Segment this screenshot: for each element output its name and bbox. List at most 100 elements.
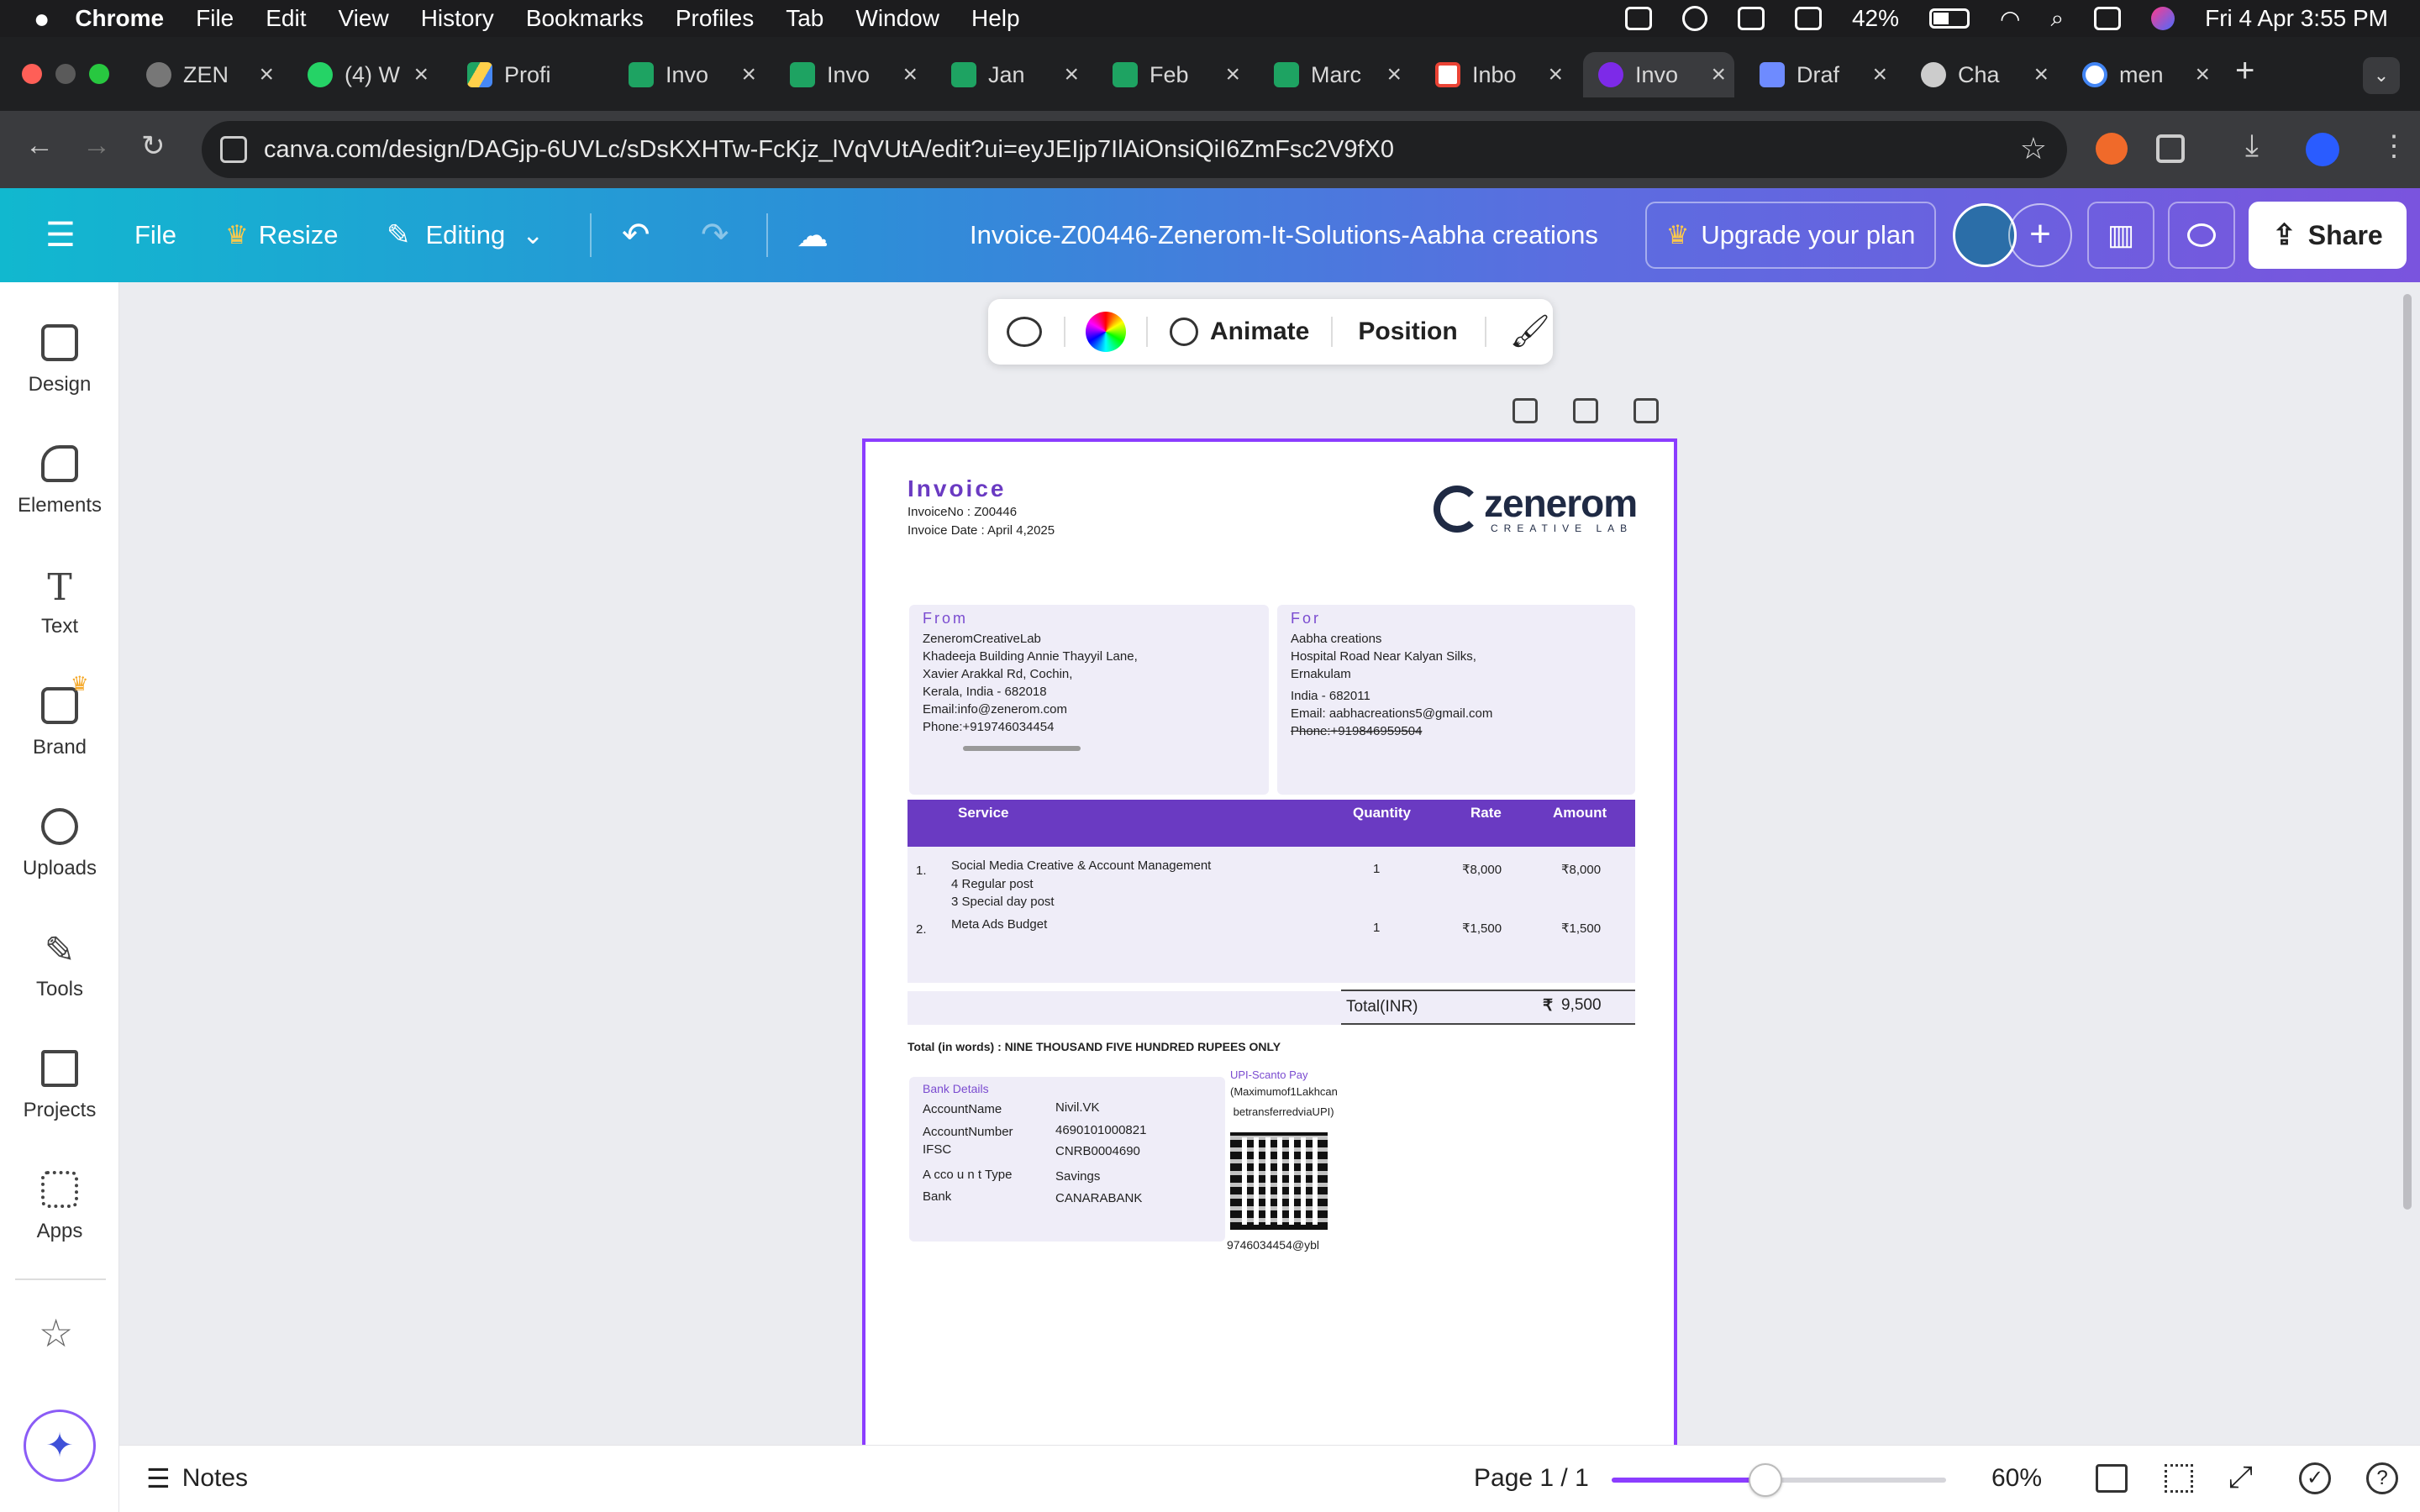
extensions-puzzle-icon[interactable] bbox=[2156, 134, 2185, 163]
menu-tab[interactable]: Tab bbox=[786, 5, 823, 32]
url-text[interactable]: canva.com/design/DAGjp-6UVLc/sDsKXHTw-Fc… bbox=[264, 136, 1394, 164]
comment-add-icon[interactable] bbox=[1007, 317, 1042, 347]
help-icon[interactable]: ? bbox=[2366, 1462, 2398, 1494]
rail-text[interactable]: T Text bbox=[0, 566, 119, 638]
add-collaborator-button[interactable]: + bbox=[2008, 203, 2072, 267]
keyboard-icon[interactable] bbox=[1794, 7, 1822, 30]
tab-sheet-invo-1[interactable]: Invo × bbox=[613, 52, 765, 97]
tab-search-button[interactable]: ⌄ bbox=[2363, 57, 2400, 94]
tab-google-men[interactable]: men × bbox=[2067, 52, 2218, 97]
main-menu-icon[interactable]: ☰ bbox=[45, 188, 76, 282]
menu-window[interactable]: Window bbox=[855, 5, 939, 32]
upi-note[interactable]: (Maximumof1Lakhcan bbox=[1230, 1085, 1338, 1098]
rail-tools[interactable]: ✎ Tools bbox=[0, 929, 119, 1001]
wifi-icon[interactable]: ◠ bbox=[2000, 5, 2020, 33]
upi-id[interactable]: 9746034454@ybl bbox=[1227, 1238, 1319, 1252]
invoice-title[interactable]: Invoice bbox=[908, 475, 1006, 502]
notes-button[interactable]: ☰ Notes bbox=[146, 1462, 248, 1494]
tab-sheet-jan[interactable]: Jan × bbox=[936, 52, 1087, 97]
tab-drive[interactable]: Profi bbox=[452, 52, 603, 97]
reload-icon[interactable]: ↻ bbox=[141, 129, 166, 163]
zoom-window-button[interactable] bbox=[89, 64, 109, 84]
lock-icon[interactable] bbox=[1512, 398, 1538, 423]
position-button[interactable]: Position bbox=[1358, 318, 1457, 346]
comments-button[interactable] bbox=[2168, 202, 2235, 269]
upi-qr-code[interactable] bbox=[1230, 1132, 1328, 1230]
total-in-words[interactable]: Total (in words) : NINE THOUSAND FIVE HU… bbox=[908, 1040, 1281, 1053]
paint-roller-icon[interactable]: 🖌 bbox=[1510, 313, 1550, 350]
screen-share-icon[interactable] bbox=[1624, 7, 1652, 30]
magic-assistant-button[interactable]: ✦ bbox=[24, 1410, 96, 1482]
redo-button[interactable]: ↷ bbox=[701, 188, 729, 282]
total-row[interactable]: Total(INR) ₹ 9,500 bbox=[908, 990, 1635, 1025]
tab-sheet-invo-2[interactable]: Invo × bbox=[775, 52, 926, 97]
close-tab-icon[interactable]: × bbox=[259, 60, 274, 89]
address-bar[interactable]: canva.com/design/DAGjp-6UVLc/sDsKXHTw-Fc… bbox=[202, 121, 2067, 178]
rail-design[interactable]: Design bbox=[0, 324, 119, 396]
menu-profiles[interactable]: Profiles bbox=[676, 5, 754, 32]
downloads-icon[interactable]: ⤓ bbox=[2245, 128, 2259, 164]
menu-history[interactable]: History bbox=[421, 5, 494, 32]
file-menu-button[interactable]: File bbox=[134, 188, 176, 282]
table-body[interactable]: 1. Social Media Creative & Account Manag… bbox=[908, 847, 1635, 983]
close-tab-icon[interactable]: × bbox=[1711, 60, 1726, 89]
from-box[interactable]: From ZeneromCreativeLab Khadeeja Buildin… bbox=[909, 605, 1269, 795]
bank-details-box[interactable]: Bank Details AccountName Nivil.VK Accoun… bbox=[909, 1077, 1225, 1242]
grid-view-icon[interactable] bbox=[2165, 1464, 2193, 1493]
undo-button[interactable]: ↶ bbox=[622, 188, 650, 282]
control-center-icon[interactable] bbox=[2094, 7, 2122, 30]
editing-mode-dropdown[interactable]: ✎ Editing ⌄ bbox=[387, 188, 544, 282]
resize-button[interactable]: ♛ Resize bbox=[225, 188, 339, 282]
close-tab-icon[interactable]: × bbox=[741, 60, 756, 89]
tab-sheet-feb[interactable]: Feb × bbox=[1097, 52, 1249, 97]
close-tab-icon[interactable]: × bbox=[1225, 60, 1240, 89]
tab-draft[interactable]: Draf × bbox=[1744, 52, 1896, 97]
close-tab-icon[interactable]: × bbox=[902, 60, 918, 89]
cloud-saved-icon[interactable]: ☁ bbox=[797, 188, 829, 282]
browser-menu-icon[interactable]: ⋮ bbox=[2380, 129, 2408, 163]
zoom-slider[interactable] bbox=[1612, 1463, 1946, 1497]
upi-title[interactable]: UPI-Scanto Pay bbox=[1230, 1068, 1308, 1081]
add-page-icon[interactable] bbox=[1634, 398, 1659, 423]
rail-projects[interactable]: Projects bbox=[0, 1050, 119, 1122]
page-indicator[interactable]: Page 1 / 1 bbox=[1474, 1464, 1589, 1493]
app-menu-chrome[interactable]: Chrome bbox=[75, 5, 164, 32]
menu-help[interactable]: Help bbox=[971, 5, 1020, 32]
tab-gmail-inbox[interactable]: Inbo × bbox=[1420, 52, 1571, 97]
back-icon[interactable]: ← bbox=[25, 129, 54, 162]
bookmark-star-icon[interactable]: ☆ bbox=[2020, 131, 2047, 166]
menu-bookmarks[interactable]: Bookmarks bbox=[526, 5, 644, 32]
share-button[interactable]: ⇪ Share bbox=[2249, 202, 2407, 269]
rail-brand[interactable]: ♛ Brand bbox=[0, 673, 119, 759]
zenerom-logo[interactable]: zenerom CREATIVE LAB bbox=[1434, 480, 1638, 539]
siri-icon[interactable] bbox=[2151, 7, 2175, 30]
close-tab-icon[interactable]: × bbox=[1064, 60, 1079, 89]
tab-whatsapp[interactable]: (4) W × bbox=[292, 52, 437, 97]
insights-button[interactable]: ▥ bbox=[2087, 202, 2154, 269]
close-tab-icon[interactable]: × bbox=[2195, 60, 2210, 89]
zoom-slider-thumb[interactable] bbox=[1749, 1463, 1783, 1497]
tab-canva-invoice[interactable]: Invo × bbox=[1583, 52, 1734, 97]
forward-icon[interactable]: → bbox=[82, 129, 111, 162]
canvas-scrollbar[interactable] bbox=[2403, 294, 2412, 1210]
animate-button[interactable]: Animate bbox=[1170, 318, 1309, 346]
battery-icon[interactable] bbox=[1929, 8, 1970, 29]
vpn-icon[interactable] bbox=[1681, 6, 1707, 31]
starred-icon[interactable]: ☆ bbox=[39, 1310, 73, 1356]
close-tab-icon[interactable]: × bbox=[2033, 60, 2049, 89]
design-page[interactable]: Invoice InvoiceNo : Z00446 Invoice Date … bbox=[862, 438, 1677, 1446]
apple-icon[interactable]: ● bbox=[34, 3, 50, 34]
menu-file[interactable]: File bbox=[196, 5, 234, 32]
rail-uploads[interactable]: Uploads bbox=[0, 808, 119, 880]
duplicate-page-icon[interactable] bbox=[1573, 398, 1598, 423]
fullscreen-icon[interactable]: ⤢ bbox=[2228, 1459, 2253, 1495]
clock[interactable]: Fri 4 Apr 3:55 PM bbox=[2205, 5, 2388, 32]
close-tab-icon[interactable]: × bbox=[1872, 60, 1887, 89]
display-icon[interactable] bbox=[1737, 7, 1765, 30]
upgrade-plan-button[interactable]: ♛ Upgrade your plan bbox=[1645, 202, 1936, 269]
invoice-number[interactable]: InvoiceNo : Z00446 bbox=[908, 505, 1017, 519]
color-wheel-icon[interactable] bbox=[1086, 312, 1126, 352]
upi-note[interactable]: betransferredviaUPI) bbox=[1230, 1105, 1334, 1118]
menu-edit[interactable]: Edit bbox=[266, 5, 306, 32]
tab-sheet-marc[interactable]: Marc × bbox=[1259, 52, 1410, 97]
